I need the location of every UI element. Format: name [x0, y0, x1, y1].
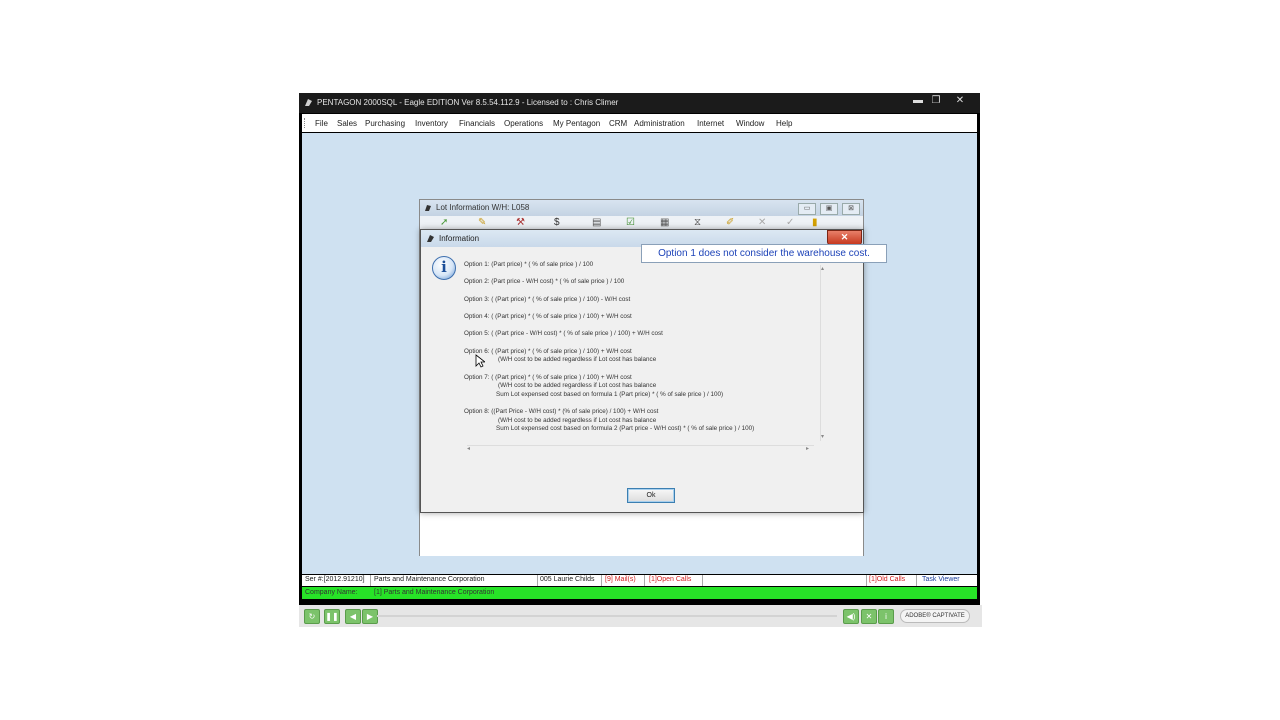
menu-grip — [304, 118, 307, 128]
option-2: Option 2: (Part price - W/H cost) * ( % … — [464, 278, 625, 285]
horizontal-scrollbar[interactable]: ◂ ▸ — [467, 445, 814, 454]
close-icon[interactable]: ✕ — [950, 94, 970, 108]
dialog-body: i Option 1: (Part price) * ( % of sale p… — [425, 248, 858, 508]
minimize-icon[interactable]: ▭ — [798, 203, 816, 215]
close-icon[interactable]: ✕ — [827, 230, 862, 245]
captivate-playbar: ↻ ❚❚ ◀ ▶ ◀) ✕ i ADOBE® CAPTIVATE — [299, 605, 982, 627]
window-logo-icon — [427, 235, 434, 242]
menu-inventory[interactable]: Inventory — [415, 119, 448, 128]
task-viewer-link[interactable]: Task Viewer — [922, 576, 960, 583]
previous-icon[interactable]: ◀ — [345, 609, 361, 624]
grid-icon[interactable]: ▦ — [660, 218, 669, 228]
company-bar: Company Name: [1] Parts and Maintenance … — [302, 587, 977, 599]
captivate-brand: ADOBE® CAPTIVATE — [900, 609, 970, 623]
status-divider — [916, 575, 917, 586]
lot-window-title: Lot Information W/H: L058 — [436, 203, 530, 212]
option-8-sum: Sum Lot expensed cost based on formula 2… — [496, 425, 755, 432]
option-1: Option 1: (Part price) * ( % of sale pri… — [464, 261, 594, 268]
option-8: Option 8: ((Part Price - W/H cost) * (% … — [464, 408, 659, 415]
information-icon: i — [432, 256, 456, 280]
status-user: 005 Laurie Childs — [540, 576, 595, 583]
lot-window-title-bar[interactable]: Lot Information W/H: L058 ▭ ▣ ⊠ — [420, 200, 863, 216]
exit-icon[interactable]: ▮ — [812, 218, 818, 228]
option-7-sum: Sum Lot expensed cost based on formula 1… — [496, 391, 724, 398]
menu-crm[interactable]: CRM — [609, 119, 627, 128]
menu-help[interactable]: Help — [776, 119, 792, 128]
menu-sales[interactable]: Sales — [337, 119, 357, 128]
exit-icon[interactable]: ✕ — [861, 609, 877, 624]
open-calls[interactable]: [1]Open Calls — [649, 576, 691, 583]
menu-my-pentagon[interactable]: My Pentagon — [553, 119, 600, 128]
option-5: Option 5: ( (Part price - W/H cost) * ( … — [464, 330, 663, 337]
minimize-icon[interactable]: ▬ — [908, 94, 928, 108]
status-divider — [537, 575, 538, 586]
menu-financials[interactable]: Financials — [459, 119, 495, 128]
next-icon[interactable]: ▶ — [362, 609, 378, 624]
status-divider — [601, 575, 602, 586]
restore-icon[interactable]: ▣ — [820, 203, 838, 215]
edit-icon[interactable]: ✎ — [478, 218, 486, 228]
save-icon[interactable]: ✓ — [786, 218, 794, 228]
menu-purchasing[interactable]: Purchasing — [365, 119, 405, 128]
menu-internet[interactable]: Internet — [697, 119, 724, 128]
restore-icon[interactable]: ❐ — [926, 94, 946, 108]
status-divider — [866, 575, 867, 586]
vertical-scrollbar[interactable]: ▴ ▾ — [820, 265, 829, 441]
rewind-icon[interactable]: ↻ — [304, 609, 320, 624]
app-logo-icon — [305, 99, 312, 106]
add-icon[interactable]: ➚ — [440, 218, 448, 228]
info-icon[interactable]: i — [878, 609, 894, 624]
scroll-right-icon[interactable]: ▸ — [806, 445, 809, 452]
window-logo-icon — [425, 205, 431, 211]
menu-window[interactable]: Window — [736, 119, 764, 128]
information-dialog: Information ✕ i Option 1: (Part price) *… — [420, 229, 864, 513]
scroll-up-icon[interactable]: ▴ — [821, 265, 824, 272]
dialog-title: Information — [439, 234, 480, 243]
document-icon[interactable]: ▤ — [592, 218, 601, 228]
lot-window-content — [420, 512, 863, 556]
scroll-left-icon[interactable]: ◂ — [467, 445, 470, 452]
option-4: Option 4: ( (Part price) * ( % of sale p… — [464, 313, 632, 320]
serial-number: Ser #:[2012.91210] — [305, 576, 365, 583]
tools-icon[interactable]: ⚒ — [516, 218, 525, 228]
scroll-down-icon[interactable]: ▾ — [821, 433, 824, 440]
menu-operations[interactable]: Operations — [504, 119, 543, 128]
option-6-note: (W/H cost to be added regardless if Lot … — [498, 356, 657, 363]
status-divider — [644, 575, 645, 586]
ok-button[interactable]: Ok — [627, 488, 675, 503]
price-icon[interactable]: $ — [554, 218, 560, 228]
check-icon[interactable]: ☑ — [626, 218, 635, 228]
progress-track[interactable] — [377, 615, 837, 617]
company-value: [1] Parts and Maintenance Corporation — [374, 589, 495, 596]
mail-count[interactable]: [9] Mail(s) — [605, 576, 636, 583]
menu-administration[interactable]: Administration — [634, 119, 685, 128]
mouse-cursor-icon — [475, 354, 485, 368]
option-3: Option 3: ( (Part price) * ( % of sale p… — [464, 296, 631, 303]
company-label: Company Name: — [305, 589, 358, 596]
options-text: Option 1: (Part price) * ( % of sale pri… — [464, 261, 820, 443]
tutorial-callout: Option 1 does not consider the warehouse… — [641, 244, 887, 263]
status-company: Parts and Maintenance Corporation — [374, 576, 485, 583]
status-divider — [702, 575, 703, 586]
menu-bar: File Sales Purchasing Inventory Financia… — [302, 114, 977, 132]
close-icon[interactable]: ⊠ — [842, 203, 860, 215]
menu-file[interactable]: File — [315, 119, 328, 128]
filter-icon[interactable]: ⧖ — [694, 218, 701, 228]
option-7-note: (W/H cost to be added regardless if Lot … — [498, 382, 657, 389]
lot-toolbar: ➚ ✎ ⚒ $ ▤ ☑ ▦ ⧖ ✐ ✕ ✓ ▮ — [420, 216, 863, 230]
status-bar: Ser #:[2012.91210] Parts and Maintenance… — [302, 575, 977, 586]
audio-icon[interactable]: ◀) — [843, 609, 859, 624]
app-title: PENTAGON 2000SQL - Eagle EDITION Ver 8.5… — [317, 98, 619, 107]
status-divider — [370, 575, 371, 586]
pause-icon[interactable]: ❚❚ — [324, 609, 340, 624]
delete-icon[interactable]: ✕ — [758, 218, 766, 228]
pencil-icon[interactable]: ✐ — [726, 218, 734, 228]
app-title-bar[interactable]: PENTAGON 2000SQL - Eagle EDITION Ver 8.5… — [299, 93, 980, 113]
old-calls[interactable]: [1]Old Calls — [869, 576, 905, 583]
